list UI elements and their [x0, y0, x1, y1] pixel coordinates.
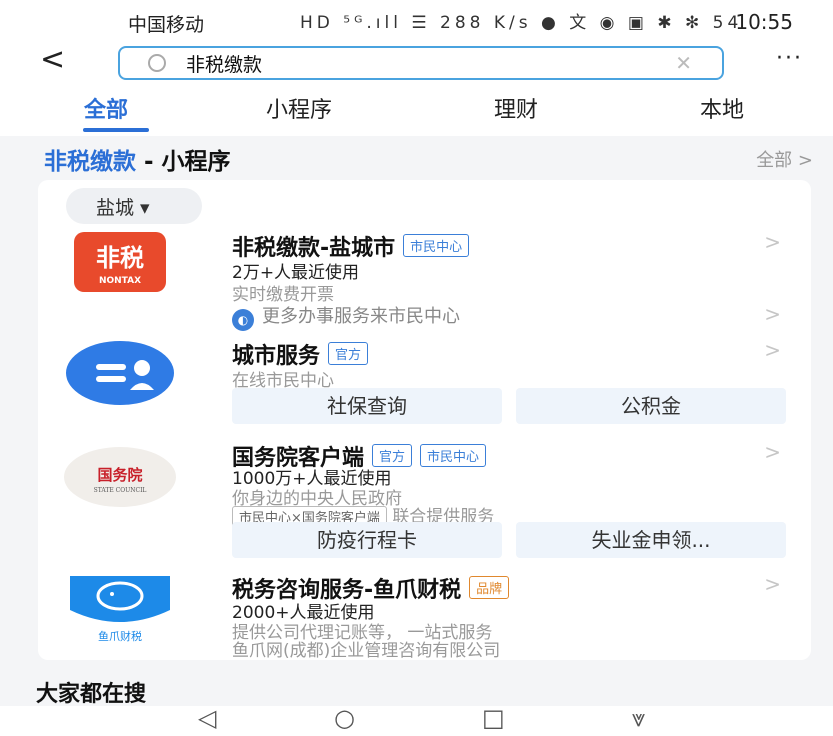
nontax-logo[interactable]: 非税 NONTAX — [60, 226, 180, 298]
nav-home-icon[interactable]: ○ — [334, 704, 355, 732]
tag-citizen-center: 市民中心 — [420, 444, 487, 467]
search-box[interactable]: ✕ — [118, 46, 724, 80]
chevron-right-icon[interactable]: > — [764, 302, 781, 326]
carrier-label: 中国移动 — [128, 14, 205, 36]
tab-mini-programs[interactable]: 小程序 — [266, 92, 332, 124]
section-title-rest: - 小程序 — [136, 149, 231, 175]
yuzhua-logo-text: 鱼爪财税 — [98, 629, 142, 643]
city-service-logo[interactable] — [60, 338, 180, 408]
more-services-link[interactable]: ◐ 更多办事服务来市民中心 — [232, 302, 460, 331]
trending-title: 大家都在搜 — [36, 682, 147, 707]
status-bar: 中国移动 HD ⁵ᴳ.ıll ☰ 288 K/s ● 文 ◉ ▣ ✱ ✻ 54 … — [0, 0, 833, 40]
tab-bar: 全部 小程序 理财 本地 — [0, 84, 833, 136]
more-services-text: 更多办事服务来市民中心 — [262, 306, 460, 327]
active-tab-indicator — [83, 128, 149, 132]
travel-card-button[interactable]: 防疫行程卡 — [232, 522, 502, 558]
housing-fund-button[interactable]: 公积金 — [516, 388, 786, 424]
tag-citizen-center: 市民中心 — [403, 234, 470, 257]
nontax-logo-sub: NONTAX — [99, 276, 141, 286]
nav-recent-icon[interactable]: □ — [482, 704, 505, 732]
clear-icon[interactable]: ✕ — [675, 51, 692, 75]
social-security-button[interactable]: 社保查询 — [232, 388, 502, 424]
search-bar: < ✕ ··· — [0, 40, 833, 84]
state-council-logo-text: 国务院 — [97, 466, 142, 484]
unemployment-benefit-button[interactable]: 失业金申领... — [516, 522, 786, 558]
nav-notification-icon[interactable]: ⩔ — [632, 704, 646, 732]
search-input[interactable] — [186, 52, 606, 74]
chevron-right-icon[interactable]: > — [764, 572, 781, 596]
nav-back-icon[interactable]: ◁ — [198, 704, 216, 732]
status-icons: HD ⁵ᴳ.ıll ☰ 288 K/s ● 文 ◉ ▣ ✱ ✻ 54 — [300, 13, 743, 33]
section-all-link[interactable]: 全部 > — [756, 146, 813, 172]
system-nav-bar: ◁ ○ □ ⩔ — [0, 704, 833, 736]
tab-all[interactable]: 全部 — [84, 92, 128, 124]
back-arrow-icon[interactable]: < — [40, 42, 65, 77]
service-icon: ◐ — [232, 309, 254, 331]
nontax-logo-text: 非税 — [96, 244, 144, 272]
state-council-logo-sub: STATE COUNCIL — [94, 487, 147, 494]
tag-official: 官方 — [328, 342, 369, 365]
tag-brand: 品牌 — [469, 576, 510, 599]
section-title-highlight: 非税缴款 — [44, 149, 136, 175]
chevron-right-icon[interactable]: > — [764, 338, 781, 362]
chevron-right-icon[interactable]: > — [764, 440, 781, 464]
state-council-logo[interactable]: 国务院 STATE COUNCIL — [60, 444, 180, 510]
result-company: 鱼爪网(成都)企业管理咨询有限公司 — [232, 641, 501, 661]
tab-finance[interactable]: 理财 — [494, 92, 538, 124]
tab-local[interactable]: 本地 — [700, 92, 744, 124]
section-title: 非税缴款 - 小程序 — [44, 142, 231, 176]
clock: 10:55 — [735, 10, 793, 34]
search-icon — [148, 54, 166, 72]
more-options-icon[interactable]: ··· — [776, 46, 803, 71]
yuzhua-logo[interactable]: 鱼爪财税 — [60, 570, 180, 648]
city-filter-dropdown[interactable]: 盐城 ▾ — [66, 188, 202, 224]
chevron-right-icon[interactable]: > — [764, 230, 781, 254]
